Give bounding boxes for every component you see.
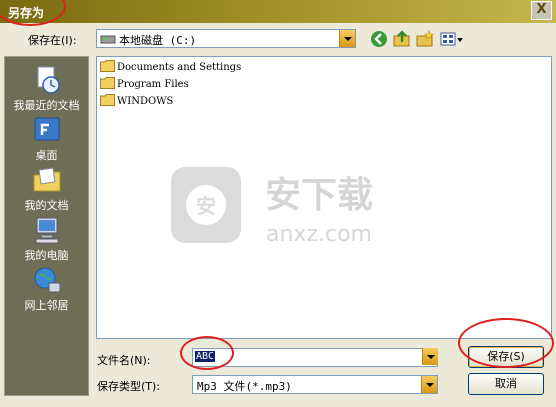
folder-icon <box>100 60 115 72</box>
folder-icon <box>100 77 115 89</box>
chevron-down-icon[interactable] <box>422 348 438 365</box>
place-label: 我的文档 <box>24 199 69 212</box>
back-icon[interactable] <box>370 30 388 48</box>
list-item[interactable]: WINDOWS <box>100 94 173 110</box>
my-documents-icon <box>33 167 60 192</box>
desktop-icon <box>34 117 59 141</box>
place-label: 桌面 <box>35 149 58 162</box>
view-menu-icon[interactable] <box>440 30 464 48</box>
save-in-value: 本地磁盘 (C:) <box>119 34 197 47</box>
place-my-computer[interactable]: 我的电脑 <box>5 215 88 263</box>
watermark-sub: anxz.com <box>266 222 372 247</box>
file-name-label: 文件名(N): <box>97 354 151 367</box>
title-bar[interactable]: 另存为 X <box>0 0 556 23</box>
watermark-logo: 安 安下载 anxz.com <box>171 167 373 247</box>
file-name-annotation-circle <box>180 336 234 370</box>
file-name: Documents and Settings <box>117 62 242 73</box>
file-name-dropdown[interactable] <box>420 348 438 367</box>
cancel-button[interactable]: 取消 <box>468 373 544 395</box>
save-in-label: 保存在(I): <box>28 34 77 47</box>
drive-icon <box>100 35 116 44</box>
file-name: WINDOWS <box>117 96 174 107</box>
chevron-down-icon[interactable] <box>421 376 437 393</box>
file-type-label: 保存类型(T): <box>97 380 161 393</box>
place-network[interactable]: 网上邻居 <box>5 265 88 313</box>
watermark-badge: 安 <box>196 194 216 218</box>
place-desktop[interactable]: 桌面 <box>5 115 88 163</box>
place-label: 我最近的文档 <box>13 99 80 112</box>
list-item[interactable]: Documents and Settings <box>100 60 241 76</box>
save-as-dialog: 另存为 X 保存在(I): 本地磁盘 (C:) 我最近的文档 桌面 我的文档 我… <box>0 0 556 407</box>
file-type-value: Mp3 文件(*.mp3) <box>197 380 292 393</box>
chevron-down-icon[interactable] <box>339 30 355 47</box>
save-button-annotation-circle <box>458 318 554 368</box>
my-computer-icon <box>35 217 58 244</box>
close-button[interactable]: X <box>531 1 552 20</box>
recent-documents-icon <box>37 66 60 94</box>
place-label: 网上邻居 <box>24 299 69 312</box>
file-name: Program Files <box>117 79 189 90</box>
place-my-documents[interactable]: 我的文档 <box>5 165 88 213</box>
new-folder-icon[interactable] <box>416 30 434 48</box>
place-recent-documents[interactable]: 我最近的文档 <box>5 65 88 113</box>
up-folder-icon[interactable] <box>393 30 411 48</box>
watermark-main: 安下载 <box>265 175 373 216</box>
file-list[interactable]: Documents and Settings Program Files WIN… <box>96 56 552 339</box>
folder-icon <box>100 94 115 106</box>
list-item[interactable]: Program Files <box>100 77 189 93</box>
network-places-icon <box>34 267 60 293</box>
place-label: 我的电脑 <box>24 249 69 262</box>
save-in-combo[interactable]: 本地磁盘 (C:) <box>96 29 356 48</box>
places-bar: 我最近的文档 桌面 我的文档 我的电脑 网上邻居 <box>4 56 89 396</box>
file-type-combo[interactable]: Mp3 文件(*.mp3) <box>192 375 438 394</box>
